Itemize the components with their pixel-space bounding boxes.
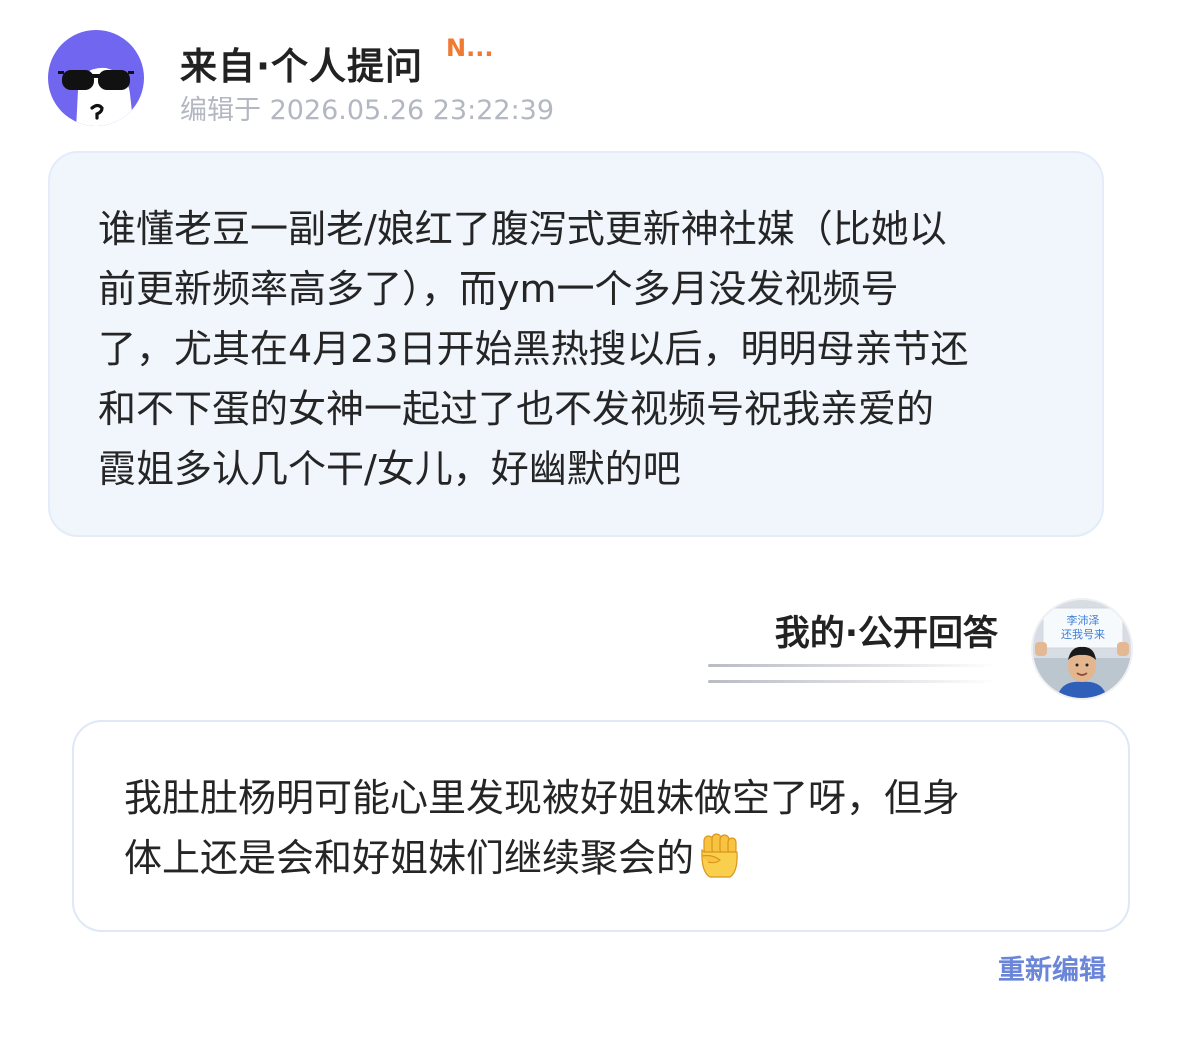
answer-bubble: 我肚肚杨明可能心里发现被好姐妹做空了呀，但身 体上还是会和好姐妹们继续聚会的 [72,720,1130,932]
asker-avatar[interactable] [48,30,144,126]
question-text: 谁懂老豆一副老/娘红了腹泻式更新神社媒（比她以 前更新频率高多了），而ym一个多… [98,207,969,491]
answer-text: 我肚肚杨明可能心里发现被好姐妹做空了呀，但身 体上还是会和好姐妹们继续聚会的 [124,776,961,880]
edit-timestamp: 编辑于 2026.05.26 23:22:39 [180,95,555,126]
answer-text-container: 我肚肚杨明可能心里发现被好姐妹做空了呀，但身 体上还是会和好姐妹们继续聚会的 [124,768,1088,888]
person-holding-sign-photo: 李沛泽 还我号来 [1033,600,1131,698]
answer-subtitle-blurred [708,664,998,684]
answer-label: 我的·公开回答 [774,614,998,654]
answerer-avatar[interactable]: 李沛泽 还我号来 [1033,600,1131,698]
sign-text-line2: 还我号来 [1061,628,1105,641]
reedit-button[interactable]: 重新编辑 [998,948,1106,987]
sunglasses-face-icon [58,67,134,126]
question-bubble: 谁懂老豆一副老/娘红了腹泻式更新神社媒（比她以 前更新频率高多了），而ym一个多… [48,151,1104,537]
question-source-title: 来自·个人提问 [180,45,424,88]
sign-text-line1: 李沛泽 [1067,613,1100,627]
raised-fist-emoji-icon [701,833,738,878]
asker-nickname-tag[interactable]: N... [446,34,493,62]
